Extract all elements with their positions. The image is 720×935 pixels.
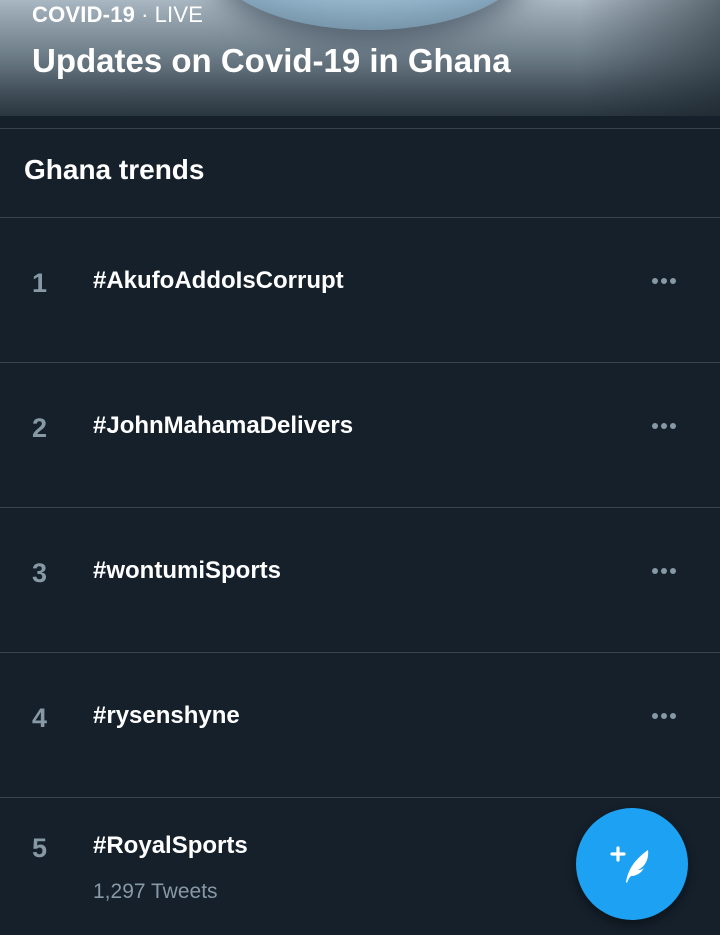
section-title: Ghana trends: [24, 154, 205, 185]
banner-live-status: LIVE: [154, 2, 204, 27]
trend-item-1[interactable]: 1 #AkufoAddoIsCorrupt: [0, 218, 720, 362]
trend-name: #AkufoAddoIsCorrupt: [93, 267, 344, 294]
more-options-icon[interactable]: [640, 411, 688, 441]
trend-item-2[interactable]: 2 #JohnMahamaDelivers: [0, 363, 720, 507]
trend-name: #rysenshyne: [93, 702, 240, 729]
trend-rank: 5: [32, 833, 48, 863]
covid-banner[interactable]: COVID-19 · LIVE Updates on Covid-19 in Gha…: [0, 0, 720, 116]
divider: [0, 128, 720, 129]
trend-tweet-count: 1,297 Tweets: [93, 880, 218, 903]
trend-rank: 4: [32, 703, 48, 733]
trend-rank: 3: [32, 558, 48, 588]
compose-tweet-icon: [610, 846, 649, 883]
more-options-icon[interactable]: [640, 556, 688, 586]
trend-rank: 1: [32, 268, 48, 298]
explore-screen: COVID-19 · LIVE Updates on Covid-19 in Gha…: [0, 0, 720, 935]
trend-name: #RoyalSports: [93, 832, 248, 859]
trend-name: #wontumiSports: [93, 557, 282, 584]
banner-meta: COVID-19 · LIVE: [32, 2, 203, 28]
trend-item-4[interactable]: 4 #rysenshyne: [0, 653, 720, 797]
banner-title: Updates on Covid-19 in Ghana: [32, 42, 511, 79]
more-options-icon[interactable]: [640, 266, 688, 296]
banner-category: COVID-19: [32, 2, 136, 27]
trend-name: #JohnMahamaDelivers: [93, 412, 354, 439]
banner-separator: ·: [141, 2, 149, 27]
trend-rank: 2: [32, 413, 48, 443]
compose-tweet-button[interactable]: [576, 808, 688, 920]
trend-item-3[interactable]: 3 #wontumiSports: [0, 508, 720, 652]
more-options-icon[interactable]: [640, 701, 688, 731]
